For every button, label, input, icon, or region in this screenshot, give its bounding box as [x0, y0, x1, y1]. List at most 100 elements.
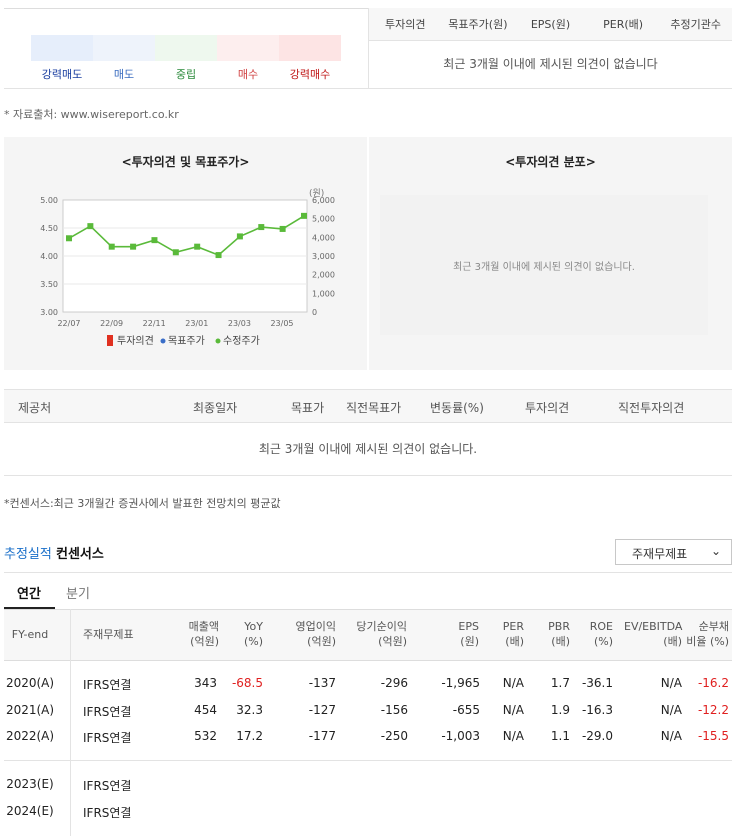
cell-net: -296 [380, 676, 408, 690]
price-point [172, 249, 179, 256]
cell-basis: IFRS연결 [83, 678, 132, 692]
y-right-tick-label: 2,000 [312, 271, 335, 280]
cell-ev: N/A [660, 703, 682, 717]
section-title: 추정실적 컨센서스 [4, 543, 104, 562]
col-eps: EPS (원) [458, 620, 479, 648]
price-point [130, 243, 137, 250]
price-point [215, 252, 222, 259]
legend-opinion: 투자의견 [117, 335, 154, 347]
price-point [194, 243, 201, 250]
y-right-tick-label: 3,000 [312, 252, 335, 261]
cell-debt: -15.5 [697, 729, 729, 743]
cell-pbr: 1.7 [550, 676, 570, 690]
cell-yoy: 17.2 [236, 729, 263, 743]
cell-net: -156 [380, 703, 408, 717]
y-left-tick-label: 4.00 [40, 252, 58, 261]
tab-annual[interactable]: 연간 [17, 583, 41, 602]
cell-per: N/A [502, 676, 524, 690]
cell-fy: 2022(A) [5, 729, 55, 743]
col-yoy: YoY (%) [243, 620, 263, 648]
x-tick-label: 23/03 [228, 319, 251, 328]
price-point [258, 224, 265, 231]
select-value: 주재무제표 [632, 547, 688, 561]
section-title-text: 컨센서스 [55, 547, 104, 562]
col-ev-ebitda: EV/EBITDA (배) [624, 620, 683, 648]
col-basis: 주재무제표 [83, 628, 134, 641]
tab-bar [4, 572, 732, 573]
statement-select[interactable]: 주재무제표 ⌄ [615, 539, 732, 565]
cell-sales: 454 [194, 703, 217, 717]
col-sales: 매출액 (억원) [188, 620, 219, 648]
cell-ev: N/A [660, 729, 682, 743]
section-title-link[interactable]: 추정실적 [4, 547, 52, 562]
cell-basis: IFRS연결 [83, 806, 132, 820]
cell-pbr: 1.1 [550, 729, 570, 743]
tab-quarterly[interactable]: 분기 [66, 583, 90, 602]
chevron-down-icon: ⌄ [710, 544, 721, 558]
cell-roe: -29.0 [581, 729, 613, 743]
x-tick-label: 22/09 [100, 319, 123, 328]
estimate-table-header: FY-end 주재무제표 매출액 (억원) YoY (%) 영업이익 (억원) 당기순… [4, 609, 732, 661]
header-target: 목표가 [291, 401, 325, 415]
cell-yoy: 32.3 [236, 703, 263, 717]
cell-yoy: -68.5 [231, 676, 263, 690]
cell-op: -127 [308, 703, 336, 717]
col-roe: ROE (%) [589, 620, 613, 648]
legend-opinion-swatch [107, 335, 113, 346]
cell-roe: -36.1 [581, 676, 613, 690]
price-point [151, 237, 158, 244]
cell-fy: 2023(E) [6, 777, 54, 791]
column-divider [70, 609, 71, 836]
y-right-tick-label: 5,000 [312, 215, 335, 224]
cell-basis: IFRS연결 [83, 705, 132, 719]
cell-fy: 2020(A) [5, 676, 55, 690]
y-left-tick-label: 3.00 [40, 308, 58, 317]
header-prev-opinion: 직전투자의견 [618, 401, 685, 415]
cell-net: -250 [380, 729, 408, 743]
cell-roe: -16.3 [581, 703, 613, 717]
price-point [108, 243, 115, 250]
price-point [236, 233, 243, 240]
unit-label: (원) [309, 188, 324, 199]
col-net-debt: 순부채 비율 (%) [686, 620, 729, 648]
header-opinion: 투자의견 [525, 401, 570, 415]
y-left-tick-label: 3.50 [40, 280, 58, 289]
header-last-date: 최종일자 [193, 401, 238, 415]
x-tick-label: 22/11 [143, 319, 166, 328]
divider [4, 475, 732, 476]
cell-pbr: 1.9 [550, 703, 570, 717]
col-per: PER (배) [502, 620, 524, 648]
cell-sales: 343 [194, 676, 217, 690]
header-prev-target: 직전목표가 [346, 401, 402, 415]
cell-eps: -655 [452, 703, 480, 717]
col-net-income: 당기순이익 (억원) [356, 620, 407, 648]
x-tick-label: 23/01 [185, 319, 208, 328]
y-left-tick-label: 4.50 [40, 224, 58, 233]
legend-target: 목표주가 [168, 335, 205, 347]
legend-target-swatch [160, 338, 166, 344]
opinion-price-chart: 5.004.504.003.503.00 6,0005,0004,0003,00… [40, 188, 335, 347]
cell-eps: -1,965 [441, 676, 480, 690]
y-right-tick-label: 1,000 [312, 289, 335, 298]
cell-eps: -1,003 [441, 729, 480, 743]
y-right-tick-label: 0 [312, 308, 317, 317]
price-point [66, 235, 72, 242]
cell-per: N/A [502, 729, 524, 743]
price-point [279, 225, 286, 232]
x-tick-label: 22/07 [57, 319, 80, 328]
cell-fy: 2021(A) [5, 703, 55, 717]
cell-basis: IFRS연결 [83, 731, 132, 745]
cell-debt: -16.2 [697, 676, 729, 690]
x-tick-label: 23/05 [270, 319, 293, 328]
y-left-tick-label: 5.00 [40, 196, 58, 205]
col-op-income: 영업이익 (억원) [295, 620, 336, 648]
cell-fy: 2024(E) [6, 804, 54, 818]
cell-debt: -12.2 [697, 703, 729, 717]
cell-ev: N/A [660, 676, 682, 690]
consensus-note: *컨센서스:최근 3개월간 증권사에서 발표한 전망치의 평균값 [4, 497, 281, 510]
legend-price: 수정주가 [223, 335, 260, 347]
header-provider: 제공처 [18, 401, 52, 415]
divider [4, 760, 732, 761]
report-empty-message: 최근 3개월 이내에 제시된 의견이 없습니다. [258, 442, 478, 456]
cell-per: N/A [502, 703, 524, 717]
